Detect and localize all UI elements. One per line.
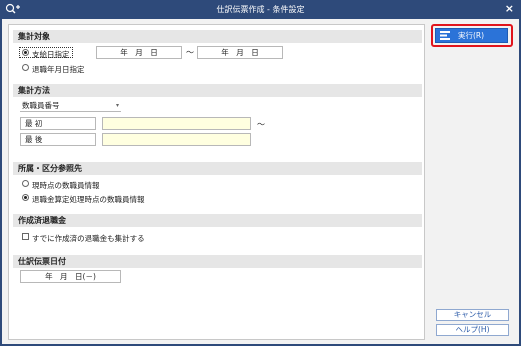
window-title: 仕訳伝票作成 - 条件設定 — [216, 5, 305, 14]
section-heading-created: 作成済退職金 — [13, 214, 422, 227]
method-select[interactable]: 数職員番号 ▾ — [20, 100, 121, 112]
title-bar: 仕訳伝票作成 - 条件設定 × — [0, 0, 521, 19]
condition-panel: 集計対象 支給日指定 退職年月日指定 年 月 日 〜 年 月 日 集計方法 数職… — [8, 24, 425, 340]
cancel-button[interactable]: キャンセル — [436, 309, 509, 321]
section-heading-affiliation: 所属・区分参照先 — [13, 162, 422, 175]
journal-date-field[interactable]: 年 月 日(－) — [20, 270, 121, 283]
method-range-tilde: 〜 — [257, 120, 265, 129]
date-to-field[interactable]: 年 月 日 — [197, 46, 283, 59]
radio-current-staff-info-label: 現時点の数職員情報 — [32, 181, 100, 190]
section-heading-method: 集計方法 — [13, 84, 422, 97]
include-created-label: すでに作成済の退職金も集計する — [32, 234, 145, 243]
include-created-checkbox[interactable] — [22, 233, 29, 240]
execute-button[interactable]: 実行(R) — [435, 28, 508, 43]
chevron-down-icon: ▾ — [115, 102, 119, 109]
date-from-field[interactable]: 年 月 日 — [96, 46, 182, 59]
list-settings-icon — [440, 31, 450, 40]
close-icon[interactable]: × — [505, 2, 514, 16]
radio-payment-date[interactable] — [22, 49, 29, 56]
date-range-tilde: 〜 — [186, 48, 194, 57]
radio-calc-time-staff-info-label: 退職金算定処理時点の数職員情報 — [32, 195, 145, 204]
radio-payment-date-label: 支給日指定 — [32, 50, 70, 59]
radio-retirement-date[interactable] — [22, 64, 29, 71]
last-value-field[interactable] — [102, 133, 251, 146]
execute-button-label: 実行(R) — [458, 31, 485, 40]
radio-retirement-date-label: 退職年月日指定 — [32, 65, 85, 74]
radio-current-staff-info[interactable] — [22, 180, 29, 187]
action-panel: 実行(R) キャンセル ヘルプ(H) — [430, 24, 514, 340]
help-button[interactable]: ヘルプ(H) — [436, 324, 509, 336]
radio-calc-time-staff-info[interactable] — [22, 194, 29, 201]
last-label-box: 最 後 — [20, 133, 96, 146]
method-select-value: 数職員番号 — [22, 101, 60, 110]
first-label-box: 最 初 — [20, 117, 96, 130]
section-heading-journal-date: 仕訳伝票日付 — [13, 255, 422, 268]
section-heading-target: 集計対象 — [13, 30, 422, 43]
first-value-field[interactable] — [102, 117, 251, 130]
